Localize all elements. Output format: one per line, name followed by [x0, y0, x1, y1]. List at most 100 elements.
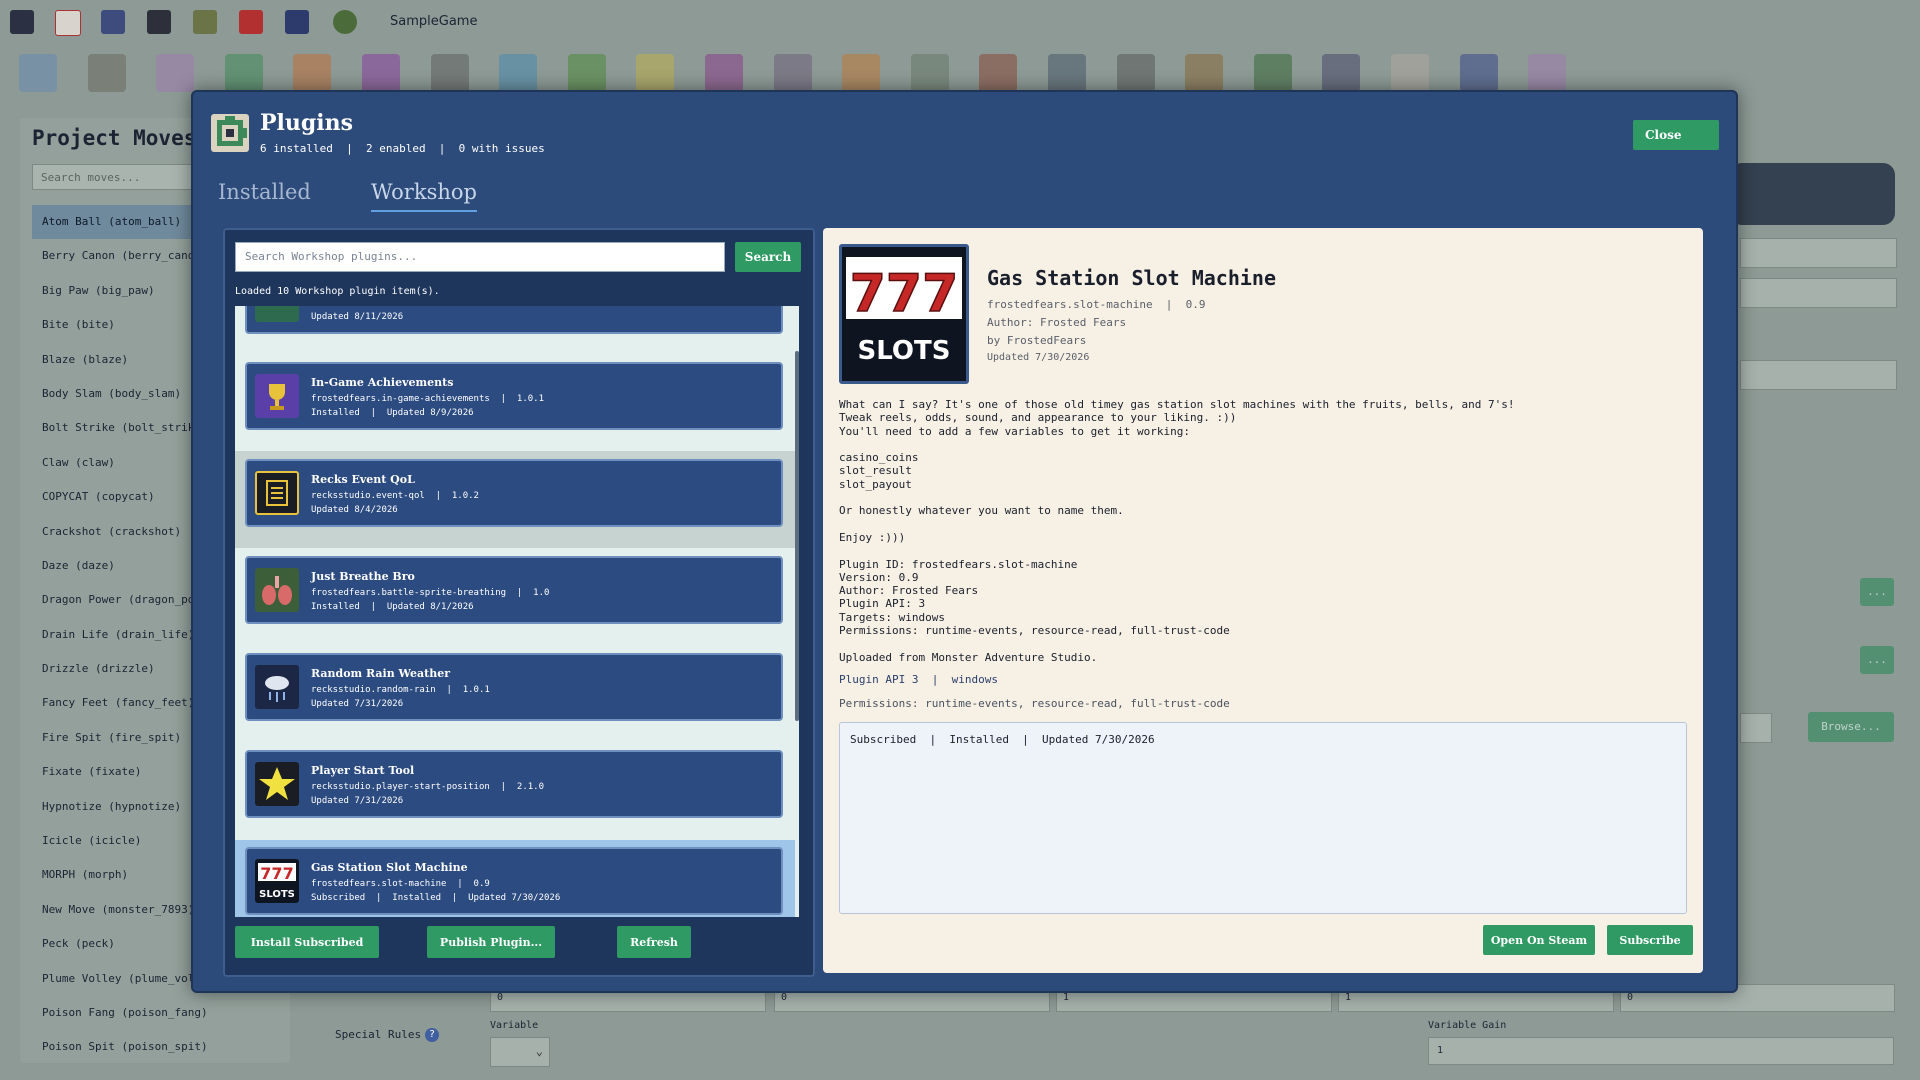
dragon-icon[interactable] — [333, 10, 357, 34]
plugin-detail-panel: 777 SLOTS Gas Station Slot Machine frost… — [823, 228, 1703, 973]
bg-add-button[interactable]: ... — [1860, 646, 1894, 674]
moves-list-item[interactable]: Poison Fang (poison_fang) — [32, 996, 288, 1030]
tab-installed[interactable]: Installed — [218, 180, 311, 210]
checklist-icon — [255, 471, 299, 515]
plugin-author: Author: Frosted Fears — [987, 316, 1127, 329]
close-button[interactable]: Close — [1633, 120, 1719, 150]
plugin-api-targets: Plugin API 3 | windows — [839, 673, 998, 686]
save-icon[interactable] — [10, 10, 34, 34]
workshop-list[interactable]: Updated 8/11/2026 In-Game Achievements f… — [235, 306, 799, 917]
plugin-name: In-Game Achievements — [311, 376, 454, 389]
help-icon[interactable]: ? — [425, 1028, 439, 1042]
start-star-icon — [255, 762, 299, 806]
list-item[interactable]: In-Game Achievements frostedfears.in-gam… — [245, 362, 783, 430]
plugin-status-text: Subscribed | Installed | Updated 7/30/20… — [850, 733, 1155, 746]
plugin-id-version: frostedfears.battle-sprite-breathing | 1… — [311, 588, 550, 598]
tileset-icon[interactable] — [193, 10, 217, 34]
map-icon[interactable] — [19, 54, 57, 92]
plugin-status: Updated 8/4/2026 — [311, 505, 398, 515]
variable-gain-label: Variable Gain — [1428, 1020, 1507, 1031]
tab-workshop[interactable]: Workshop — [371, 180, 477, 212]
lungs-icon — [255, 568, 299, 612]
moves-list-item[interactable]: Poison Spit (poison_spit) — [32, 1030, 288, 1064]
grid-icon[interactable] — [1459, 54, 1498, 92]
creature-icon[interactable] — [705, 54, 743, 92]
list-scrollbar[interactable] — [795, 351, 799, 721]
runner-icon[interactable] — [430, 54, 469, 92]
variables-icon[interactable] — [1253, 54, 1292, 92]
plugin-permissions: Permissions: runtime-events, resource-re… — [839, 697, 1230, 710]
art-777-text: 777 — [850, 264, 959, 324]
item-icon[interactable] — [156, 54, 195, 92]
workshop-panel: Search Workshop plugins... Search Loaded… — [223, 228, 815, 977]
portrait-icon[interactable] — [1185, 54, 1224, 92]
plugin-status-box: Subscribed | Installed | Updated 7/30/20… — [839, 722, 1687, 914]
bg-header-block — [1730, 163, 1895, 225]
variable-gain-input[interactable]: 1 — [1428, 1037, 1894, 1065]
plugin-id-version: frostedfears.in-game-achievements | 1.0.… — [311, 394, 544, 404]
bg-add-button[interactable]: ... — [1860, 578, 1894, 606]
target-icon[interactable] — [499, 54, 538, 92]
slots-icon: 777 SLOTS — [255, 859, 299, 903]
plugin-name: Recks Event QoL — [311, 473, 415, 486]
music-icon[interactable] — [1116, 54, 1155, 92]
list-item[interactable]: Updated 8/11/2026 — [245, 306, 783, 334]
workshop-status: Loaded 10 Workshop plugin item(s). — [235, 286, 440, 297]
map-edit-icon[interactable] — [101, 10, 125, 34]
apple-icon[interactable] — [567, 54, 606, 92]
bg-field[interactable] — [1740, 238, 1897, 268]
list-item[interactable]: Random Rain Weather recksstudio.random-r… — [245, 653, 783, 721]
publish-plugin-button[interactable]: Publish Plugin... — [427, 926, 555, 958]
bg-field[interactable] — [1740, 360, 1897, 390]
list-item[interactable]: Player Start Tool recksstudio.player-sta… — [245, 750, 783, 818]
plugin-icon[interactable] — [1528, 54, 1567, 92]
plugin-updated: Updated 7/30/2026 — [987, 352, 1090, 363]
paper-icon[interactable] — [1391, 54, 1429, 92]
plugin-id-version: frostedfears.slot-machine | 0.9 — [987, 298, 1206, 311]
bg-field[interactable] — [1740, 278, 1897, 308]
plugin-status: Updated 7/31/2026 — [311, 796, 404, 806]
plugin-status: Installed | Updated 8/1/2026 — [311, 602, 474, 612]
plugin-status: Subscribed | Installed | Updated 7/30/20… — [311, 893, 561, 903]
stop-icon[interactable] — [239, 10, 263, 34]
tools-icon[interactable] — [842, 54, 881, 92]
plugin-artwork: 777 SLOTS — [839, 244, 969, 384]
monster-icon[interactable] — [87, 54, 126, 92]
plugin-id-version: frostedfears.slot-machine | 0.9 — [311, 879, 490, 889]
open-on-steam-button[interactable]: Open On Steam — [1483, 925, 1595, 955]
list-item[interactable]: Recks Event QoL recksstudio.event-qol | … — [245, 459, 783, 527]
variable-select[interactable]: ⌄ — [490, 1037, 550, 1067]
fire-icon[interactable] — [362, 54, 400, 92]
browse-button[interactable]: Browse... — [1808, 712, 1894, 742]
workshop-search-button[interactable]: Search — [735, 242, 801, 272]
install-subscribed-button[interactable]: Install Subscribed — [235, 926, 379, 958]
play-icon[interactable] — [224, 54, 263, 92]
dialog-title: Plugins — [260, 110, 354, 136]
potion-icon[interactable] — [636, 54, 675, 92]
sprite-icon[interactable] — [285, 10, 309, 34]
project-title: SampleGame — [390, 14, 478, 29]
script-icon[interactable] — [1048, 54, 1086, 92]
building-icon[interactable] — [979, 54, 1018, 92]
plugin-puzzle-icon — [211, 114, 249, 152]
subscribe-button[interactable]: Subscribe — [1607, 925, 1693, 955]
list-item[interactable]: 777 SLOTS Gas Station Slot Machine froste… — [245, 847, 783, 915]
versus-icon[interactable] — [293, 54, 332, 92]
plugin-status: Installed | Updated 8/9/2026 — [311, 408, 474, 418]
workshop-search-input[interactable]: Search Workshop plugins... — [235, 242, 725, 272]
list-icon[interactable] — [1322, 54, 1361, 92]
plugin-id-version: recksstudio.random-rain | 1.0.1 — [311, 685, 490, 695]
moves-panel-title: Project Moves — [32, 126, 197, 150]
landscape-icon[interactable] — [910, 54, 949, 92]
bg-field[interactable] — [1740, 713, 1772, 743]
list-item[interactable]: Just Breathe Bro frostedfears.battle-spr… — [245, 556, 783, 624]
database-icon[interactable] — [147, 10, 171, 34]
characters-icon[interactable] — [773, 54, 812, 92]
exit-icon[interactable] — [55, 10, 81, 36]
plugin-summary: 6 installed | 2 enabled | 0 with issues — [260, 142, 545, 155]
plugin-title: Gas Station Slot Machine — [987, 266, 1276, 290]
refresh-button[interactable]: Refresh — [617, 926, 691, 958]
trophy-icon — [255, 374, 299, 418]
plugin-icon — [255, 306, 299, 322]
plugins-dialog: Plugins 6 installed | 2 enabled | 0 with… — [191, 90, 1738, 993]
